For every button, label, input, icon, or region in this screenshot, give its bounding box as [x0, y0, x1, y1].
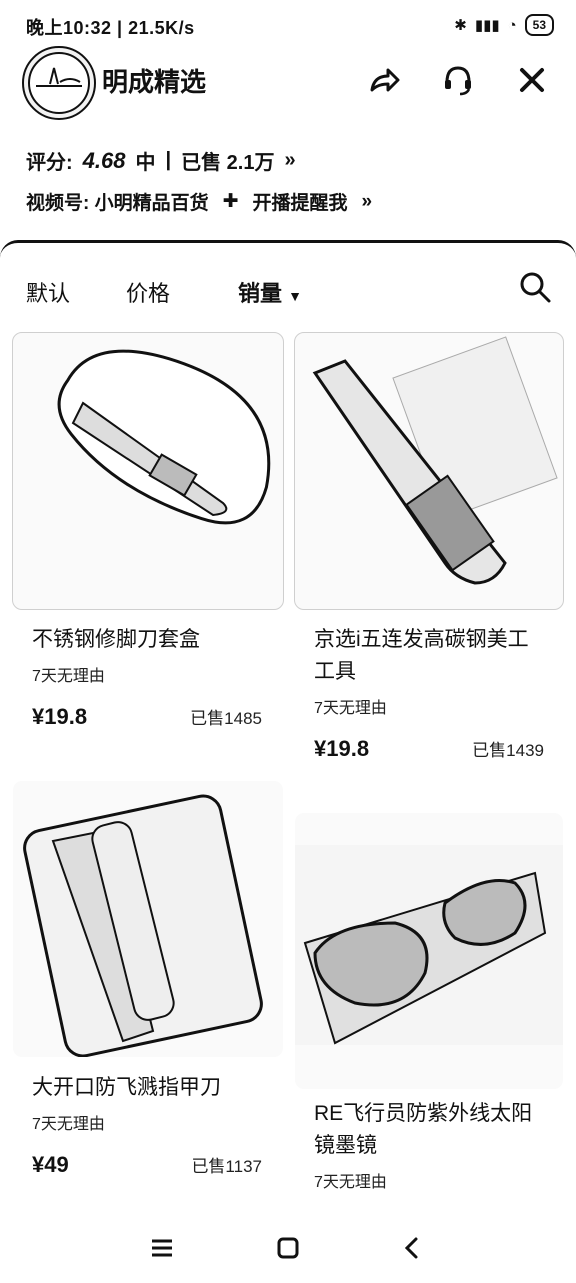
return-policy-tag: 7天无理由: [314, 1174, 387, 1191]
product-card[interactable]: 大开口防飞溅指甲刀 7天无理由 ¥49 已售1137: [12, 780, 284, 1178]
menu-icon[interactable]: [148, 1234, 176, 1262]
product-card[interactable]: 不锈钢修脚刀套盒 7天无理由 ¥19.8 已售1485: [12, 332, 284, 730]
bluetooth-icon: ✱: [454, 17, 467, 34]
wifi-icon: ◔: [507, 16, 517, 34]
return-policy-tag: 7天无理由: [314, 700, 387, 717]
nail-clipper-image: [23, 794, 263, 1057]
return-policy-tag: 7天无理由: [32, 668, 105, 685]
header-actions: [366, 62, 550, 98]
video-channel-row: 视频号: 小明精品百货 ✚ 开播提醒我 »: [26, 188, 372, 215]
product-price: ¥19.8: [32, 704, 88, 729]
product-title: 京选i五连发高碳钢美工工具: [314, 628, 529, 683]
pedicure-knife-case-image: [57, 349, 271, 525]
live-remind-button[interactable]: 开播提醒我: [253, 188, 348, 215]
product-sold: 已售1439: [472, 741, 544, 760]
product-card[interactable]: RE飞行员防紫外线太阳镜墨镜 7天无理由: [294, 812, 564, 1192]
home-icon[interactable]: [274, 1234, 302, 1262]
product-price: ¥49: [32, 1152, 69, 1177]
filter-sales-label: 销量: [238, 281, 283, 306]
product-title: 不锈钢修脚刀套盒: [32, 628, 200, 651]
product-title: RE飞行员防紫外线太阳镜墨镜: [314, 1102, 533, 1157]
utility-knife-image: [312, 336, 558, 585]
filter-price[interactable]: 价格: [126, 276, 170, 308]
status-time: 晚上10:32 | 21.5K/s: [26, 18, 195, 38]
chevron-right-icon: »: [284, 149, 296, 171]
sold-count: 已售 2.1万: [181, 152, 275, 174]
chevron-right-icon: »: [361, 190, 373, 212]
back-icon[interactable]: [398, 1234, 426, 1262]
sort-filter-bar: 默认 价格 销量 ▼: [0, 270, 576, 314]
filter-default[interactable]: 默认: [26, 276, 70, 308]
battery-indicator: 53: [524, 14, 554, 36]
return-policy-tag: 7天无理由: [32, 1116, 105, 1133]
search-icon[interactable]: [518, 270, 552, 304]
shop-logo[interactable]: [22, 46, 96, 120]
product-sold: 已售1137: [191, 1157, 262, 1176]
rating-score: 4.68: [82, 147, 126, 173]
product-image: [12, 780, 284, 1058]
status-right: ✱ ▮▮▮ ◔ 53: [454, 14, 554, 36]
divider: |: [165, 149, 172, 171]
product-image: [294, 812, 564, 1090]
shop-logo-art-icon: [28, 52, 90, 114]
rating-level: 中: [135, 152, 156, 174]
product-card[interactable]: 京选i五连发高碳钢美工工具 7天无理由 ¥19.8 已售1439: [294, 332, 564, 762]
video-channel-name[interactable]: 视频号: 小明精品百货: [26, 188, 209, 215]
shop-header: 明成精选: [0, 44, 576, 120]
rating-label: 评分:: [26, 152, 73, 174]
time-text: 晚上10:32: [26, 18, 112, 38]
share-icon[interactable]: [366, 62, 402, 98]
plus-icon: ✚: [222, 191, 239, 212]
product-title: 大开口防飞溅指甲刀: [32, 1076, 221, 1099]
product-price: ¥19.8: [314, 736, 370, 761]
system-nav-bar: [0, 1220, 576, 1280]
filter-sales[interactable]: 销量 ▼: [238, 276, 302, 308]
close-icon[interactable]: [514, 62, 550, 98]
net-speed: 21.5K/s: [128, 18, 195, 38]
signal-icon: ▮▮▮: [474, 17, 500, 34]
product-image: [12, 332, 284, 610]
sunglasses-image: [295, 845, 563, 1045]
product-sold: 已售1485: [190, 709, 262, 728]
product-image: [294, 332, 564, 610]
customer-service-icon[interactable]: [440, 62, 476, 98]
shop-name: 明成精选: [102, 67, 207, 97]
shop-rating-row[interactable]: 评分: 4.68 中 | 已售 2.1万 »: [26, 146, 296, 175]
caret-down-icon: ▼: [288, 288, 302, 304]
